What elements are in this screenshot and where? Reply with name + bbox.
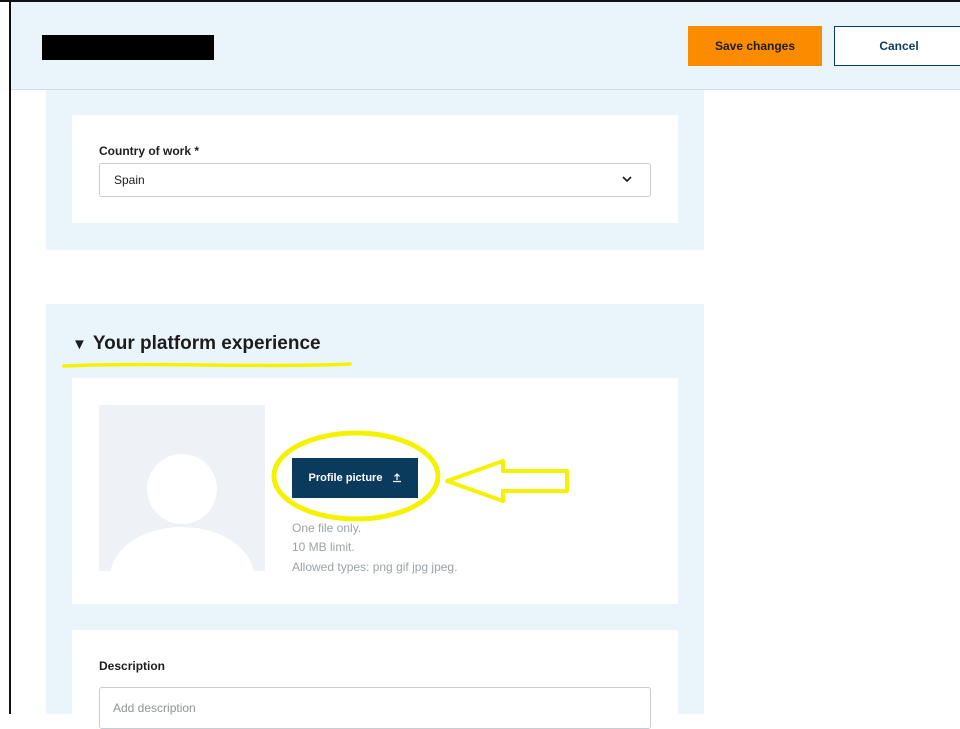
description-placeholder: Add description xyxy=(113,701,196,715)
description-textarea[interactable]: Add description xyxy=(99,687,651,729)
triangle-down-icon: ▼ xyxy=(72,336,87,353)
description-label: Description xyxy=(99,659,166,673)
cancel-button[interactable]: Cancel xyxy=(834,26,960,66)
upload-hint-size: 10 MB limit. xyxy=(292,540,355,554)
upload-hint-files: One file only. xyxy=(292,521,362,535)
country-select-value: Spain xyxy=(114,173,145,187)
upload-icon xyxy=(392,473,401,483)
user-silhouette-icon xyxy=(110,454,254,571)
frame-left-border xyxy=(9,0,11,714)
upload-hint-types: Allowed types: png gif jpg jpeg. xyxy=(292,560,458,574)
redacted-title xyxy=(42,35,214,60)
section-title-text: Your platform experience xyxy=(92,333,321,354)
country-label: Country of work * xyxy=(99,144,200,158)
header-bar: Save changes Cancel xyxy=(11,2,960,90)
profile-picture-upload-button[interactable]: Profile picture xyxy=(292,458,418,498)
section-title[interactable]: ▼ Your platform experience xyxy=(72,333,321,355)
save-changes-button[interactable]: Save changes xyxy=(688,26,822,66)
chevron-down-icon xyxy=(622,176,632,183)
country-select[interactable]: Spain xyxy=(99,163,651,197)
avatar-placeholder xyxy=(99,405,265,571)
profile-button-label: Profile picture xyxy=(308,472,383,484)
